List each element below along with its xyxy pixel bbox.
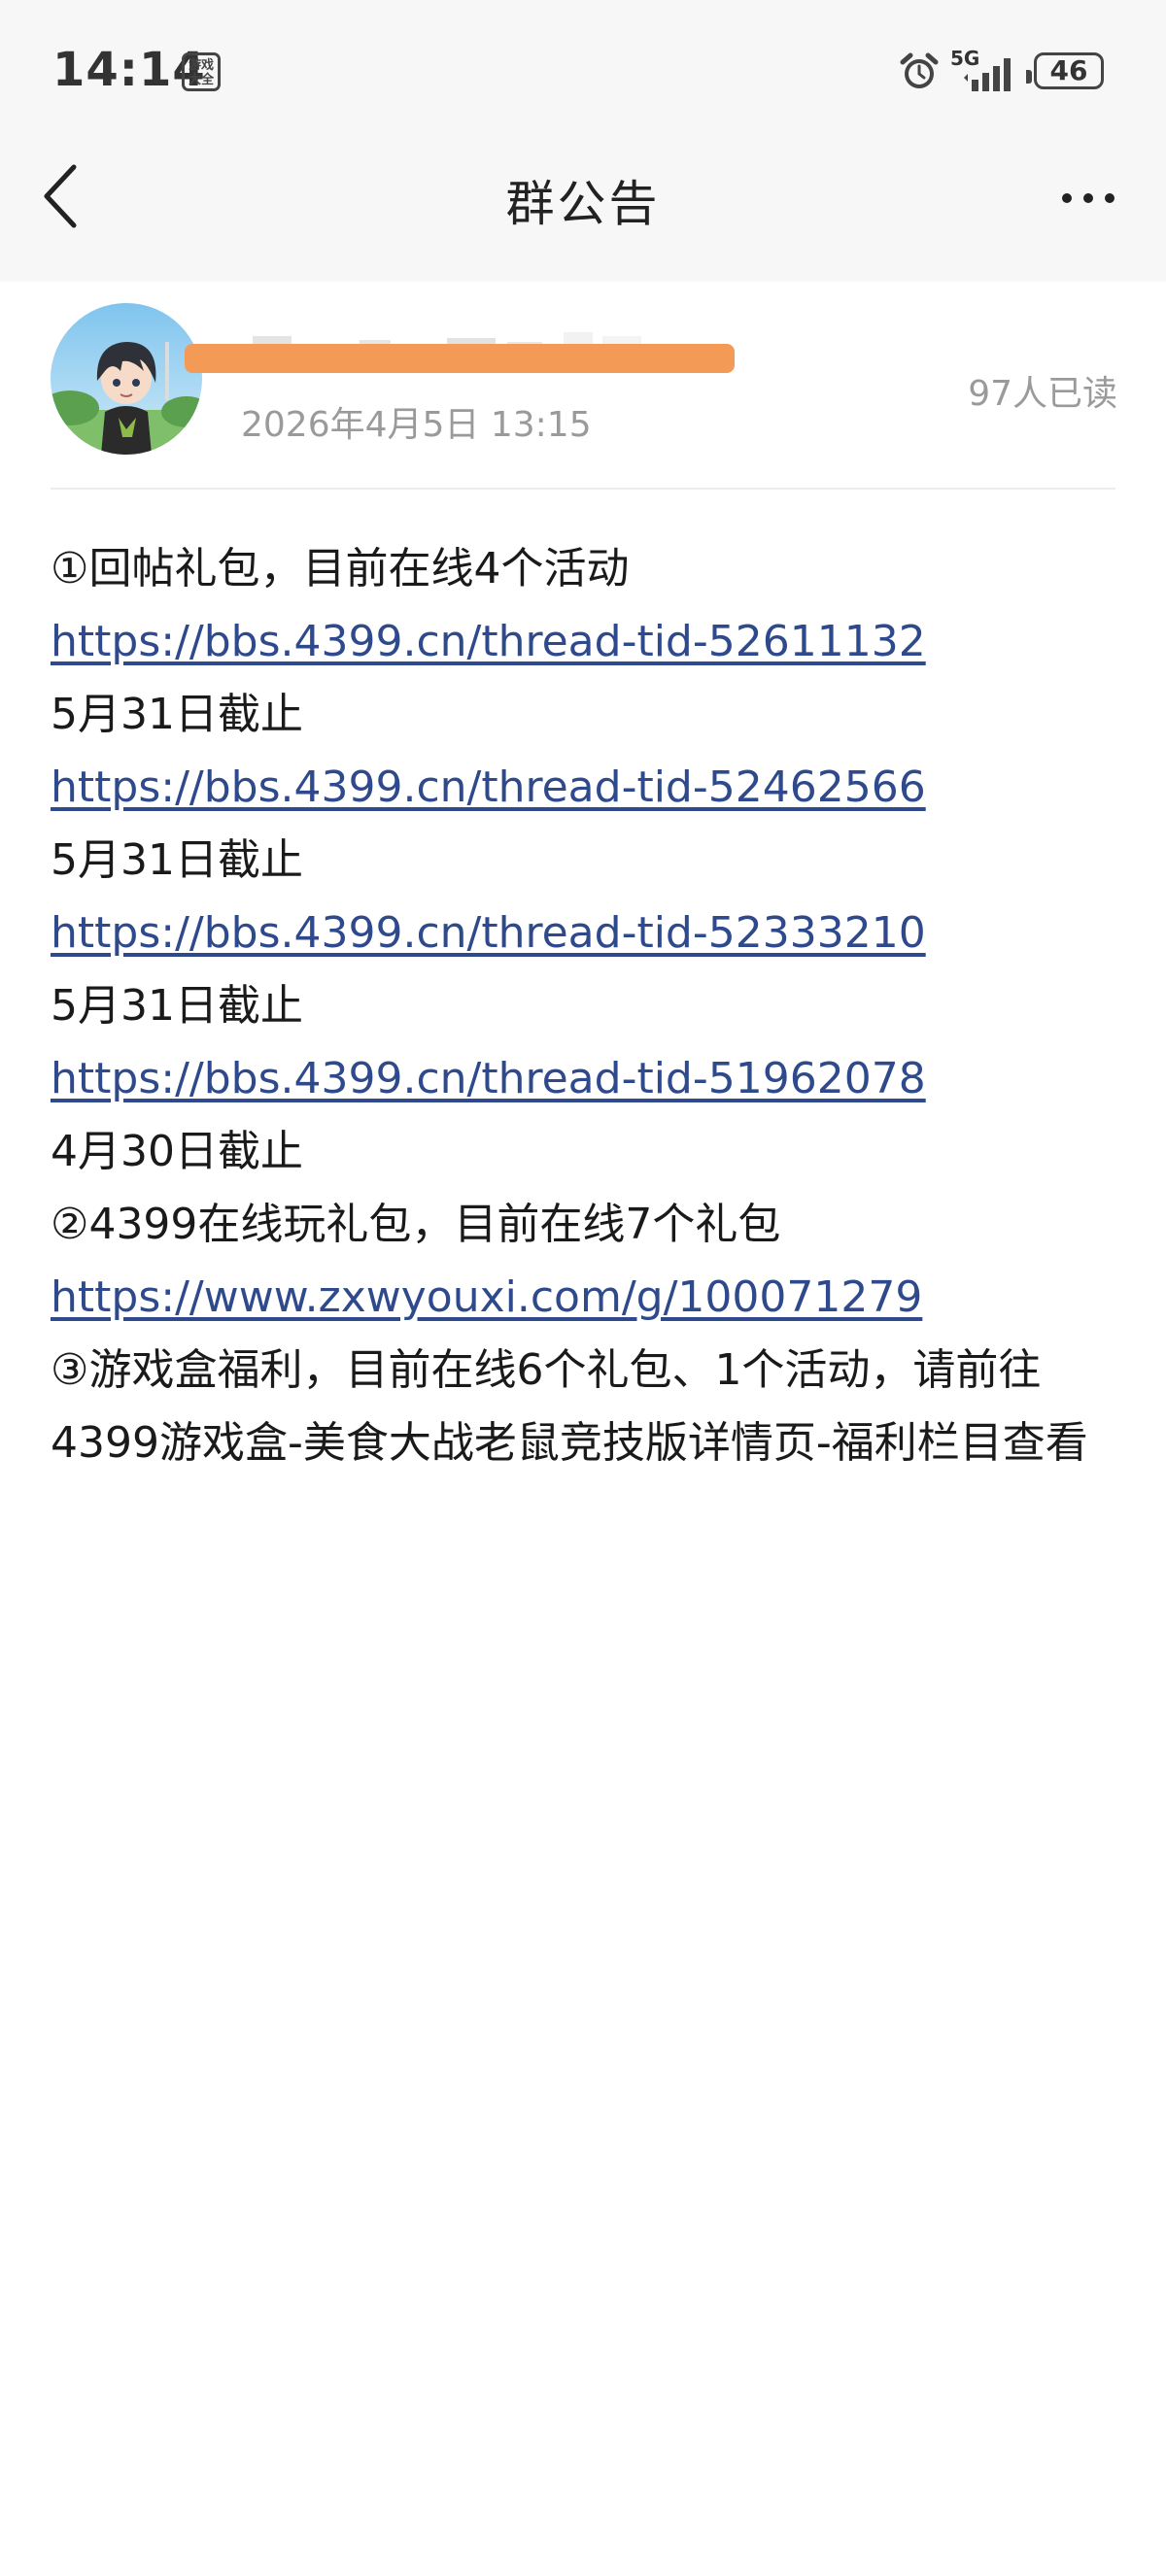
battery-level: 46 <box>1049 54 1088 86</box>
navigation-header: 群公告 <box>0 107 1166 282</box>
link-zxwyouxi-game[interactable]: https://www.zxwyouxi.com/g/100071279 <box>51 1272 922 1322</box>
more-dots-icon[interactable] <box>1059 190 1117 206</box>
post-timestamp: 2026年4月5日 13:15 <box>241 405 592 445</box>
section-heading-online-play-gift: ②4399在线玩礼包，目前在线7个礼包 <box>51 1200 781 1249</box>
announcement-author: 2026年4月5日 13:15 97人已读 <box>0 282 1166 495</box>
alarm-clock-icon <box>900 52 939 88</box>
link-thread-52333210[interactable]: https://bbs.4399.cn/thread-tid-52333210 <box>51 908 926 958</box>
deadline-text: 5月31日截止 <box>51 835 303 885</box>
link-thread-52462566[interactable]: https://bbs.4399.cn/thread-tid-52462566 <box>51 763 926 812</box>
link-thread-51962078[interactable]: https://bbs.4399.cn/thread-tid-51962078 <box>51 1054 926 1103</box>
author-name-redaction <box>185 344 735 373</box>
deadline-text: 5月31日截止 <box>51 981 303 1031</box>
battery-tip <box>1026 70 1032 84</box>
section-game-box-welfare: ③游戏盒福利，目前在线6个礼包、1个活动，请前往4399游戏盒-美食大战老鼠竞技… <box>51 1345 1088 1468</box>
deadline-text: 4月30日截止 <box>51 1127 303 1176</box>
avatar[interactable] <box>51 303 202 455</box>
announcement-body: ①回帖礼包，目前在线4个活动 https://bbs.4399.cn/threa… <box>51 532 1115 1479</box>
link-thread-52611132[interactable]: https://bbs.4399.cn/thread-tid-52611132 <box>51 617 926 666</box>
battery-indicator: 46 <box>1026 52 1104 89</box>
signal-bars-icon <box>964 58 1011 91</box>
deadline-text: 5月31日截止 <box>51 690 303 739</box>
section-heading-reply-gift: ①回帖礼包，目前在线4个活动 <box>51 544 630 593</box>
page-title: 群公告 <box>505 176 661 232</box>
read-count[interactable]: 97人已读 <box>968 365 1117 416</box>
app-notification-icon: 游戏大全 <box>182 52 221 91</box>
avatar-image <box>51 303 202 455</box>
divider <box>51 488 1115 490</box>
